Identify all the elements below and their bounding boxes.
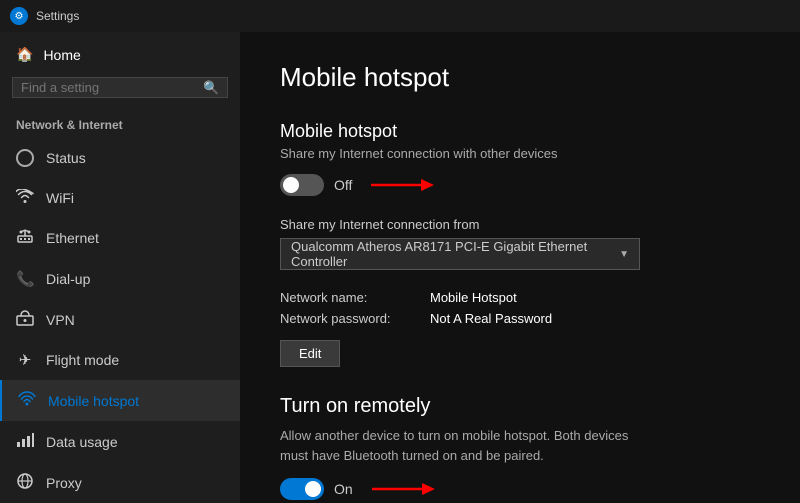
- dropdown-value: Qualcomm Atheros AR8171 PCI-E Gigabit Et…: [291, 239, 619, 269]
- home-icon: 🏠: [16, 46, 33, 63]
- search-input[interactable]: [21, 80, 197, 95]
- ethernet-icon: [16, 228, 34, 248]
- wifi-icon: [16, 189, 34, 206]
- sidebar-item-proxy[interactable]: Proxy: [0, 462, 240, 503]
- sidebar-item-ethernet[interactable]: Ethernet: [0, 217, 240, 259]
- remote-toggle-label: On: [334, 481, 353, 497]
- hotspot-toggle-thumb: [283, 177, 299, 193]
- app-body: 🏠 Home 🔍 Network & Internet Status: [0, 32, 800, 503]
- network-name-label: Network name:: [280, 290, 420, 305]
- dialup-icon: 📞: [16, 270, 34, 288]
- arrow-annotation-on: [367, 477, 437, 501]
- network-info-grid: Network name: Mobile Hotspot Network pas…: [280, 290, 760, 326]
- remote-toggle-thumb: [305, 481, 321, 497]
- share-from-dropdown[interactable]: Qualcomm Atheros AR8171 PCI-E Gigabit Et…: [280, 238, 640, 270]
- proxy-icon: [16, 473, 34, 492]
- search-icon: 🔍: [203, 80, 219, 96]
- sidebar-item-label: VPN: [46, 312, 75, 328]
- sidebar-item-label: Flight mode: [46, 352, 119, 368]
- datausage-icon: [16, 432, 34, 451]
- remote-title: Turn on remotely: [280, 395, 760, 418]
- remote-description: Allow another device to turn on mobile h…: [280, 426, 660, 465]
- sidebar-item-home[interactable]: 🏠 Home: [0, 32, 240, 77]
- sidebar-item-label: WiFi: [46, 190, 74, 206]
- arrow-annotation-off: [366, 173, 436, 197]
- remote-toggle-row: On: [280, 477, 760, 501]
- title-bar: ⚙ Settings: [0, 0, 800, 32]
- vpn-icon: [16, 310, 34, 329]
- sidebar-item-dialup[interactable]: 📞 Dial-up: [0, 259, 240, 299]
- sidebar-item-vpn[interactable]: VPN: [0, 299, 240, 340]
- hotspot-toggle-row: Off: [280, 173, 760, 197]
- mobilehotspot-icon: [18, 391, 36, 410]
- page-title: Mobile hotspot: [280, 62, 760, 93]
- network-password-label: Network password:: [280, 311, 420, 326]
- sidebar-section-label: Network & Internet: [0, 110, 240, 138]
- sidebar-item-label: Proxy: [46, 475, 82, 491]
- sidebar-item-label: Status: [46, 150, 86, 166]
- hotspot-section-title: Mobile hotspot: [280, 121, 760, 142]
- flightmode-icon: ✈: [16, 351, 34, 369]
- sidebar-item-label: Mobile hotspot: [48, 393, 139, 409]
- status-icon: [16, 149, 34, 167]
- sidebar-item-label: Dial-up: [46, 271, 90, 287]
- hotspot-toggle-label: Off: [334, 177, 352, 193]
- network-password-value: Not A Real Password: [430, 311, 760, 326]
- share-from-label: Share my Internet connection from: [280, 217, 760, 232]
- sidebar-item-flightmode[interactable]: ✈ Flight mode: [0, 340, 240, 380]
- content-area: Mobile hotspot Mobile hotspot Share my I…: [240, 32, 800, 503]
- home-label: Home: [43, 47, 80, 63]
- remote-toggle[interactable]: [280, 478, 324, 500]
- sidebar-item-label: Ethernet: [46, 230, 99, 246]
- sidebar-item-wifi[interactable]: WiFi: [0, 178, 240, 217]
- hotspot-description: Share my Internet connection with other …: [280, 146, 760, 161]
- sidebar-item-label: Data usage: [46, 434, 118, 450]
- edit-button[interactable]: Edit: [280, 340, 340, 367]
- hotspot-toggle[interactable]: [280, 174, 324, 196]
- network-name-value: Mobile Hotspot: [430, 290, 760, 305]
- sidebar: 🏠 Home 🔍 Network & Internet Status: [0, 32, 240, 503]
- sidebar-item-status[interactable]: Status: [0, 138, 240, 178]
- sidebar-item-mobilehotspot[interactable]: Mobile hotspot: [0, 380, 240, 421]
- chevron-down-icon: ▼: [619, 249, 629, 260]
- sidebar-item-datausage[interactable]: Data usage: [0, 421, 240, 462]
- search-box[interactable]: 🔍: [12, 77, 228, 98]
- title-bar-text: Settings: [36, 9, 79, 23]
- settings-icon: ⚙: [10, 7, 28, 25]
